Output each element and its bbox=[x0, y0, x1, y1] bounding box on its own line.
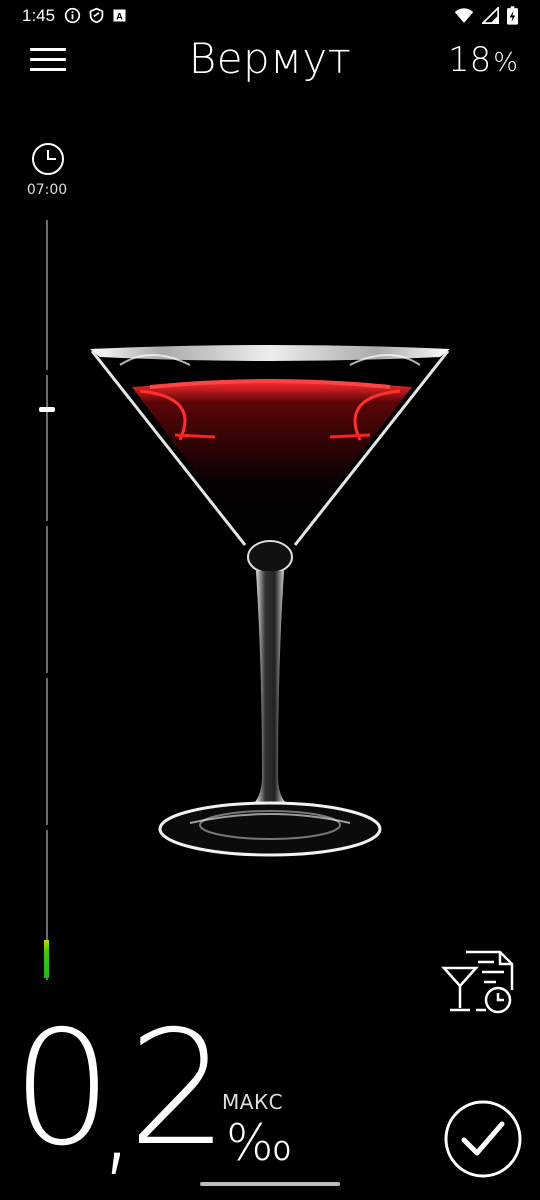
bac-integer: 0 bbox=[12, 997, 113, 1181]
abv-unit: % bbox=[493, 48, 518, 78]
slider-thumb[interactable] bbox=[39, 407, 55, 412]
status-icons-right bbox=[454, 6, 518, 25]
start-time-label: 07:00 bbox=[26, 182, 68, 198]
slider-track-segment bbox=[46, 678, 48, 825]
shield-icon bbox=[89, 7, 104, 24]
slider-track-segment bbox=[46, 526, 48, 673]
a-badge-icon: A bbox=[113, 9, 126, 22]
battery-icon bbox=[507, 6, 518, 25]
abv-display[interactable]: 18% bbox=[448, 40, 518, 80]
status-icons-left: A bbox=[64, 7, 127, 24]
level-indicator bbox=[44, 940, 49, 978]
max-label: МАКС bbox=[222, 1090, 284, 1114]
time-slider[interactable] bbox=[30, 215, 64, 985]
home-indicator[interactable] bbox=[200, 1182, 340, 1186]
info-circle-icon bbox=[64, 7, 81, 24]
bac-decimal: 2 bbox=[128, 997, 229, 1181]
slider-track-segment bbox=[46, 375, 48, 521]
abv-value: 18 bbox=[448, 40, 492, 80]
martini-glass-image bbox=[90, 345, 450, 857]
slider-track-segment bbox=[46, 220, 48, 370]
signal-icon bbox=[482, 7, 499, 24]
permille-unit: ‰ bbox=[226, 1114, 294, 1172]
drink-history-icon[interactable] bbox=[440, 944, 518, 1016]
wifi-icon bbox=[454, 8, 474, 23]
confirm-button[interactable] bbox=[444, 1100, 522, 1178]
checkmark-icon bbox=[461, 1121, 505, 1156]
svg-text:A: A bbox=[116, 11, 123, 21]
status-time: 1:45 bbox=[22, 6, 56, 25]
clock-icon bbox=[32, 143, 64, 175]
